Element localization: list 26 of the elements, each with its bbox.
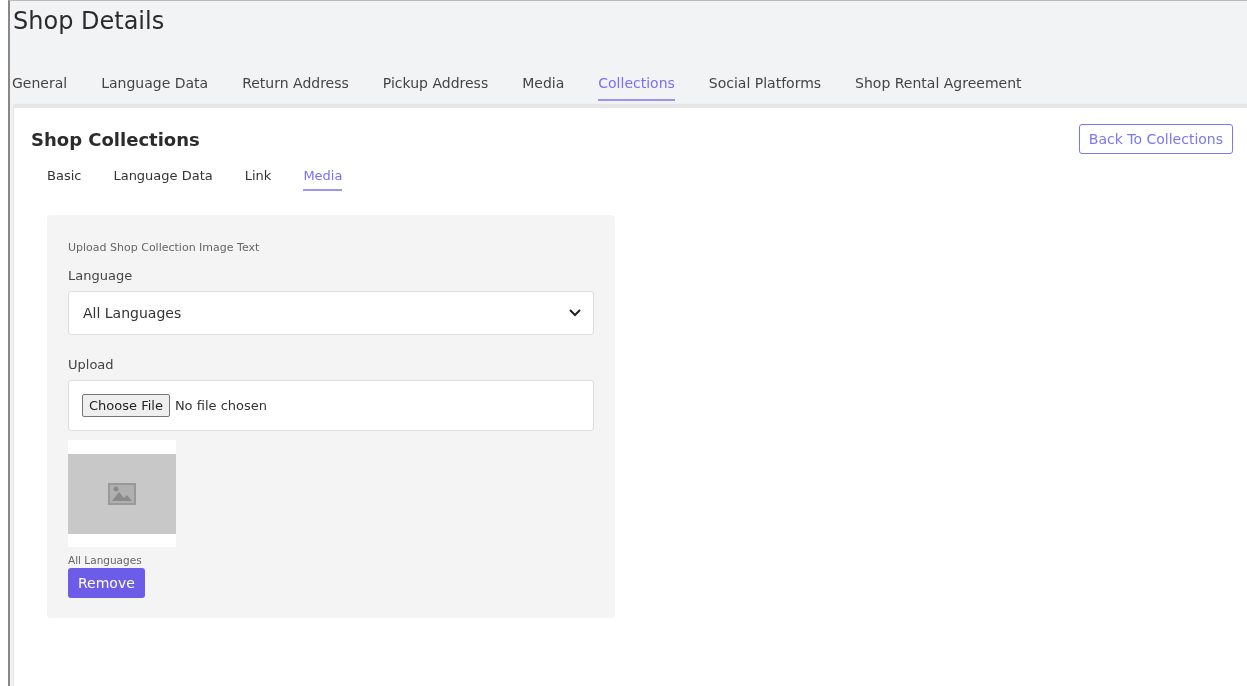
- field-label: Language: [68, 268, 133, 283]
- back-button[interactable]: Back To Collections: [1078, 124, 1233, 154]
- field-label: Upload: [68, 357, 114, 372]
- page-title: Shop Details: [12, 6, 166, 37]
- tab[interactable]: Language Data: [101, 73, 209, 101]
- tab[interactable]: Pickup Address: [382, 73, 489, 101]
- image-caption: All Languages: [68, 554, 142, 566]
- tab[interactable]: General: [12, 73, 68, 101]
- form-heading: Upload Shop Collection Image Text: [68, 241, 260, 254]
- choose-file-button[interactable]: Choose File: [82, 394, 170, 417]
- chevron-down-icon: [569, 309, 581, 317]
- tab[interactable]: Social Platforms: [708, 73, 822, 101]
- tab[interactable]: Media: [303, 168, 343, 191]
- card-title: Shop Collections: [31, 128, 200, 150]
- tab[interactable]: Collections: [598, 73, 675, 101]
- tab[interactable]: Link: [244, 168, 272, 191]
- tab[interactable]: Shop Rental Agreement: [855, 73, 1022, 101]
- tab[interactable]: Language Data: [113, 168, 213, 191]
- tab[interactable]: Return Address: [242, 73, 349, 101]
- remove-button[interactable]: Remove: [68, 568, 145, 598]
- image-icon: [108, 482, 136, 505]
- language-select[interactable]: All Languages: [68, 291, 594, 335]
- file-status: No file chosen: [174, 398, 267, 413]
- tab[interactable]: Basic: [47, 168, 82, 191]
- tab[interactable]: Media: [522, 73, 565, 101]
- file-input[interactable]: Choose File No file chosen: [68, 380, 594, 431]
